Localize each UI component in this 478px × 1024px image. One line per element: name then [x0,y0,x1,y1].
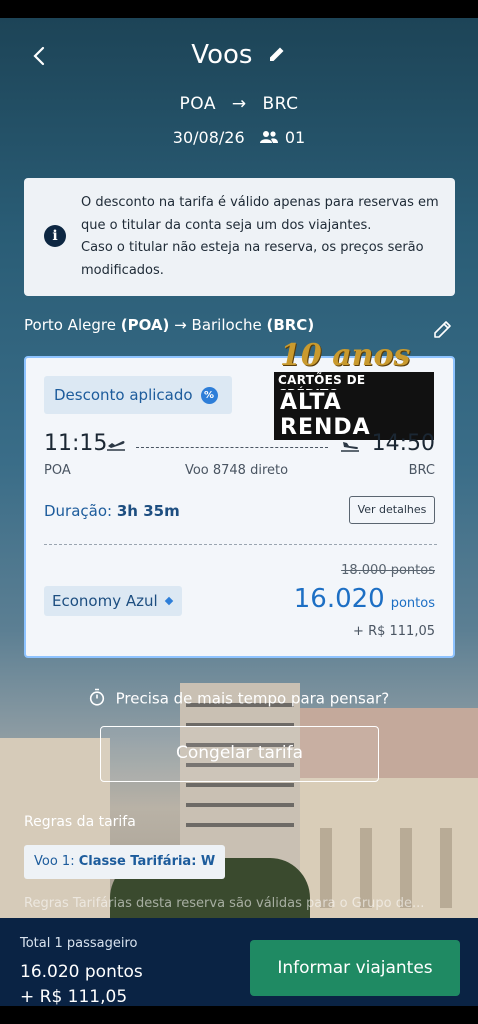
origin-city: Porto Alegre [24,316,116,334]
destination-city-code: (BRC) [266,316,315,334]
discount-info-box: i O desconto na tarifa é válido apenas p… [24,178,455,296]
total-money: + R$ 111,05 [20,987,128,1006]
arrival-code: BRC [408,463,435,478]
total-points: 16.020 pontos [20,962,143,982]
fare-rules-text: Regras Tarifárias desta reserva são váli… [24,896,425,911]
edit-route-button[interactable] [432,318,454,344]
origin-city-code: (POA) [120,316,170,334]
flight-number: Voo 8748 direto [184,463,289,478]
logo-anniversary: 10 anos [280,338,411,373]
arrival-time: 14:50 [371,431,435,456]
info-text: O desconto na tarifa é válido apenas par… [81,192,447,282]
freeze-fare-button[interactable]: Congelar tarifa [100,726,379,782]
rule-chip-value: Classe Tarifária: W [78,854,216,869]
watermark-logo: 10 anos CARTÕES DE CRÉDITO ALTA RENDA [274,338,434,440]
flight-duration: Duração: 3h 35m [44,502,180,520]
route-summary: POA → BRC [0,94,478,114]
card-divider [44,544,437,545]
diamond-icon [164,596,173,606]
inform-travelers-button[interactable]: Informar viajantes [250,940,460,996]
page-title-text: Voos [191,40,253,70]
people-icon [259,129,278,148]
fare-rule-chip[interactable]: Voo 1: Classe Tarifária: W [24,845,226,879]
info-icon: i [44,225,66,247]
duration-label: Duração: [44,502,113,520]
arrow-right-icon: → [174,316,187,334]
think-prompt-text: Precisa de mais tempo para pensar? [115,689,390,708]
info-line-1: O desconto na tarifa é válido apenas par… [81,195,439,233]
destination-code: BRC [262,94,299,114]
arrow-right-icon: → [231,94,247,114]
stopwatch-icon [89,688,105,710]
total-label: Total 1 passageiro [20,936,138,951]
percent-badge-icon: % [200,386,218,404]
original-price: 18.000 pontos [341,563,435,578]
discount-applied-badge: Desconto aplicado % [44,376,232,414]
takeoff-icon [106,438,126,458]
info-line-2: Caso o titular não esteja na reserva, os… [81,240,424,278]
route-line: Porto Alegre (POA) → Bariloche (BRC) [24,316,314,334]
fare-class-badge[interactable]: Economy Azul [44,586,182,616]
app-screen: Voos POA → BRC 30/08/26 01 i O desconto … [0,18,478,1006]
checkout-footer: Total 1 passageiro 16.020 pontos + R$ 11… [0,918,478,1006]
price-tax: + R$ 111,05 [353,624,435,639]
fare-rules-title: Regras da tarifa [24,814,136,830]
duration-value: 3h 35m [116,502,180,520]
flight-card[interactable]: Desconto aplicado % 10 anos CARTÕES DE C… [24,338,455,658]
flight-path-line [136,447,328,448]
price-points: 16.020 [293,584,385,614]
pencil-icon [269,47,284,61]
discount-label: Desconto aplicado [54,386,193,404]
landing-icon [340,438,360,458]
pencil-outline-icon [434,321,451,338]
discounted-price: 16.020 pontos [294,584,435,614]
fare-class-label: Economy Azul [52,592,158,610]
price-unit: pontos [390,596,435,611]
rule-chip-prefix: Voo 1: [34,854,79,869]
origin-code: POA [179,94,216,114]
travel-date: 30/08/26 [172,128,245,147]
destination-city: Bariloche [191,316,262,334]
think-prompt: Precisa de mais tempo para pensar? [0,688,478,710]
view-details-button[interactable]: Ver detalhes [349,496,435,524]
passenger-count: 01 [284,128,306,147]
date-passengers: 30/08/26 01 [0,128,478,148]
departure-time: 11:15 [44,431,108,456]
page-title: Voos [0,40,478,71]
edit-search-button[interactable] [267,41,287,71]
